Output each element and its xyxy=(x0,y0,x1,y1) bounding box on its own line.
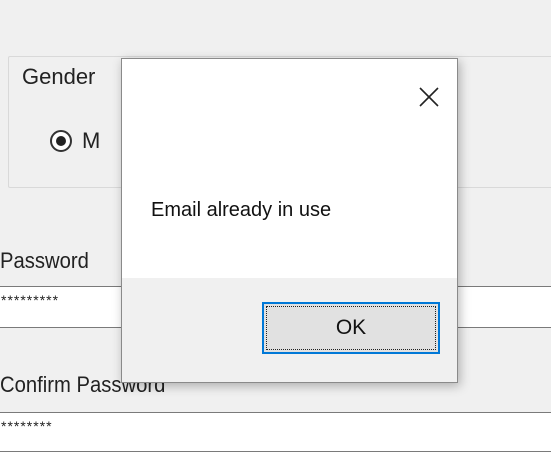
close-icon xyxy=(419,87,439,107)
radio-selected-dot xyxy=(56,136,66,146)
gender-radio-male[interactable]: M xyxy=(50,128,100,154)
message-box-dialog: Email already in use OK xyxy=(121,58,458,383)
confirm-password-field[interactable]: ******** xyxy=(0,412,551,452)
dialog-message: Email already in use xyxy=(151,199,332,221)
ok-button[interactable]: OK xyxy=(262,302,440,354)
password-label: Password xyxy=(0,248,89,273)
radio-button[interactable] xyxy=(50,130,72,152)
gender-label: Gender xyxy=(18,64,100,90)
close-button[interactable] xyxy=(411,79,447,115)
gender-radio-label: M xyxy=(82,128,101,153)
dialog-footer: OK xyxy=(122,278,457,382)
